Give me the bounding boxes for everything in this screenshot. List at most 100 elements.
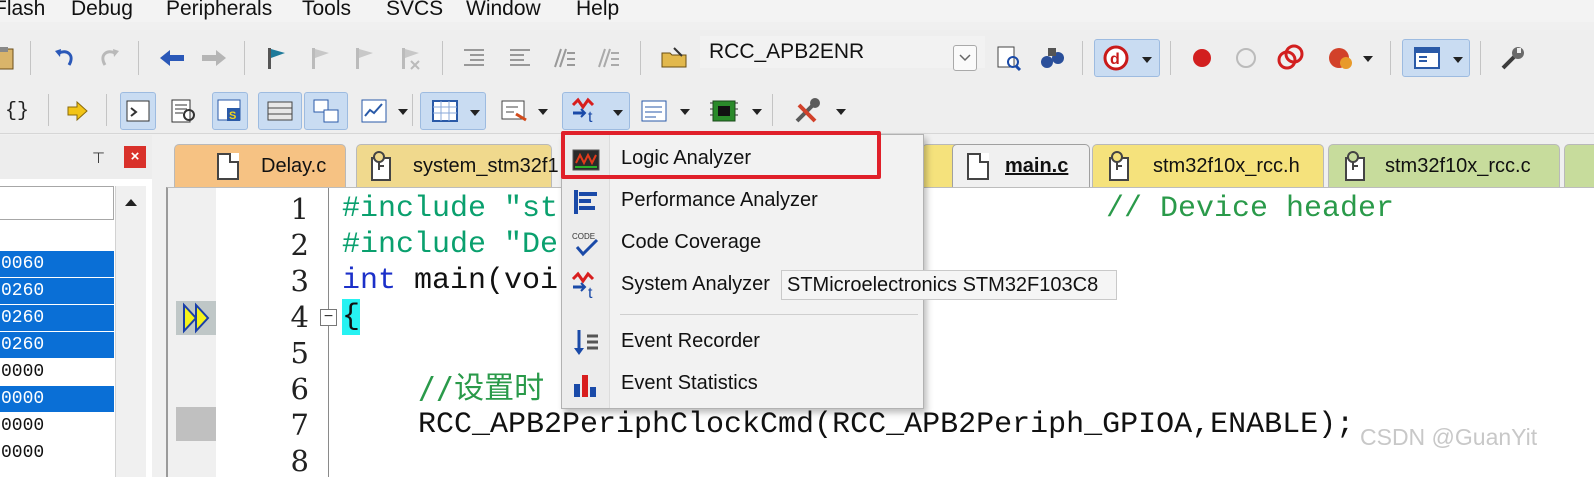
- key-file-icon: [1345, 151, 1365, 181]
- memory-dropdown-arrow[interactable]: [470, 110, 480, 116]
- debug-session-button[interactable]: d: [1094, 39, 1160, 77]
- toolbox-button[interactable]: [790, 92, 826, 130]
- disassembly-window-button[interactable]: [166, 92, 202, 130]
- tab-stm32f10x-rcc-c[interactable]: stm32f10x_rcc.c: [1328, 144, 1560, 188]
- code-coverage-icon: CODE: [572, 232, 599, 257]
- register-row[interactable]: 0000: [0, 386, 114, 412]
- tab-overflow[interactable]: [1564, 144, 1594, 188]
- nav-back-button[interactable]: [154, 39, 190, 77]
- system-viewer-button[interactable]: [706, 92, 742, 130]
- bookmark-prev-button[interactable]: [302, 39, 338, 77]
- analysis-window-button[interactable]: t: [562, 92, 630, 130]
- file-icon: [967, 153, 989, 180]
- menu-item-code-coverage[interactable]: CODE Code Coverage: [562, 223, 923, 265]
- menu-svcs[interactable]: SVCS: [386, 0, 443, 21]
- unindent-button[interactable]: [502, 39, 538, 77]
- uncomment-button[interactable]: [590, 39, 626, 77]
- register-row[interactable]: 0260: [0, 332, 114, 358]
- insert-breakpoint-button[interactable]: [1184, 39, 1220, 77]
- device-tooltip: STMicroelectronics STM32F103C8: [781, 270, 1117, 300]
- menu-peripherals[interactable]: Peripherals: [166, 0, 272, 21]
- step-over-button[interactable]: {}: [0, 92, 38, 130]
- combo-dropdown-button[interactable]: [953, 45, 977, 71]
- register-row[interactable]: 0000: [0, 413, 114, 439]
- watch-window-button[interactable]: [356, 92, 392, 130]
- bookmark-clear-button[interactable]: [392, 39, 428, 77]
- window-layout-button[interactable]: [1402, 39, 1470, 77]
- target-combo[interactable]: RCC_APB2ENR: [700, 36, 985, 68]
- vertical-scrollbar[interactable]: [115, 186, 146, 477]
- toolbox-dropdown-arrow[interactable]: [836, 109, 846, 115]
- comment-button[interactable]: [546, 39, 582, 77]
- breakpoints-disable-icon: [1277, 44, 1304, 70]
- configure-button[interactable]: [1494, 39, 1530, 77]
- menu-separator: [620, 314, 918, 315]
- incremental-find-button[interactable]: [1034, 39, 1070, 77]
- nav-forward-button[interactable]: [196, 39, 232, 77]
- registers-window-button[interactable]: [258, 92, 302, 130]
- fold-toggle[interactable]: −: [320, 309, 337, 326]
- serial-window-button[interactable]: [496, 92, 532, 130]
- line-number: 7: [290, 408, 309, 442]
- file-icon: [217, 153, 239, 180]
- analysis-dropdown-arrow[interactable]: [613, 110, 623, 116]
- trace-window-button[interactable]: [636, 92, 672, 130]
- pane-header: ⊤ ×: [0, 135, 152, 179]
- indent-button[interactable]: [456, 39, 492, 77]
- watch-dropdown-arrow[interactable]: [398, 109, 408, 115]
- kill-breakpoints-button[interactable]: [1318, 39, 1378, 77]
- undo-icon: [55, 49, 73, 66]
- memory-grid-icon: [432, 100, 458, 122]
- menu-tools[interactable]: Tools: [302, 0, 351, 21]
- key-file-icon: [1109, 151, 1129, 181]
- disable-all-breakpoints-button[interactable]: [1272, 39, 1308, 77]
- paste-button[interactable]: [0, 39, 22, 77]
- redo-button[interactable]: [92, 39, 128, 77]
- breakpoints-dropdown-arrow[interactable]: [1363, 56, 1373, 62]
- indent-icon: [464, 49, 484, 66]
- enable-breakpoint-button[interactable]: [1228, 39, 1264, 77]
- command-window-button[interactable]: [120, 92, 156, 130]
- tab-delay-c[interactable]: Delay.c: [174, 144, 346, 188]
- register-row[interactable]: 0260: [0, 305, 114, 331]
- trace-icon: [641, 100, 667, 122]
- tab-stm32f10x-rcc-h[interactable]: stm32f10x_rcc.h: [1092, 144, 1324, 188]
- register-row[interactable]: 0000: [0, 359, 114, 385]
- bookmark-next-icon: [356, 48, 373, 69]
- show-next-statement-button[interactable]: [60, 92, 96, 130]
- scroll-up-icon[interactable]: [116, 188, 146, 218]
- menu-item-event-statistics[interactable]: Event Statistics: [562, 364, 923, 406]
- menu-item-performance-analyzer[interactable]: Performance Analyzer: [562, 181, 923, 223]
- serial-dropdown-arrow[interactable]: [538, 109, 548, 115]
- close-pane-button[interactable]: ×: [124, 146, 146, 168]
- line-number: 8: [290, 444, 309, 477]
- debug-dropdown-arrow[interactable]: [1142, 57, 1152, 63]
- code-line-3: int main(voi: [342, 263, 558, 299]
- menu-help[interactable]: Help: [576, 0, 619, 21]
- bookmark-button[interactable]: [258, 39, 294, 77]
- system-analyzer-icon: t: [571, 97, 595, 125]
- system-viewer-dropdown-arrow[interactable]: [752, 109, 762, 115]
- menu-flash[interactable]: Flash: [0, 0, 45, 21]
- trace-dropdown-arrow[interactable]: [680, 109, 690, 115]
- tab-system-stm32f1[interactable]: system_stm32f1: [356, 144, 559, 188]
- pin-icon[interactable]: ⊤: [92, 149, 105, 167]
- register-row[interactable]: 0060: [0, 251, 114, 277]
- main-toolbar: RCC_APB2ENR d: [0, 30, 1594, 88]
- line-number: 1: [290, 192, 309, 226]
- menu-item-event-recorder[interactable]: Event Recorder: [562, 322, 923, 364]
- ide-window: Flash Debug Peripherals Tools SVCS Windo…: [0, 0, 1594, 477]
- window-layout-dropdown-arrow[interactable]: [1453, 57, 1463, 63]
- menu-debug[interactable]: Debug: [71, 0, 133, 21]
- symbols-window-button[interactable]: S: [212, 92, 248, 130]
- call-stack-button[interactable]: [304, 92, 348, 130]
- register-row[interactable]: 0000: [0, 440, 114, 466]
- memory-window-button[interactable]: [420, 92, 486, 130]
- find-in-files-button[interactable]: [656, 39, 692, 77]
- menu-window[interactable]: Window: [466, 0, 541, 21]
- undo-button[interactable]: [46, 39, 82, 77]
- register-row[interactable]: 0260: [0, 278, 114, 304]
- bookmark-next-button[interactable]: [346, 39, 382, 77]
- tab-main-c[interactable]: main.c: [952, 144, 1090, 188]
- find-button[interactable]: [990, 39, 1026, 77]
